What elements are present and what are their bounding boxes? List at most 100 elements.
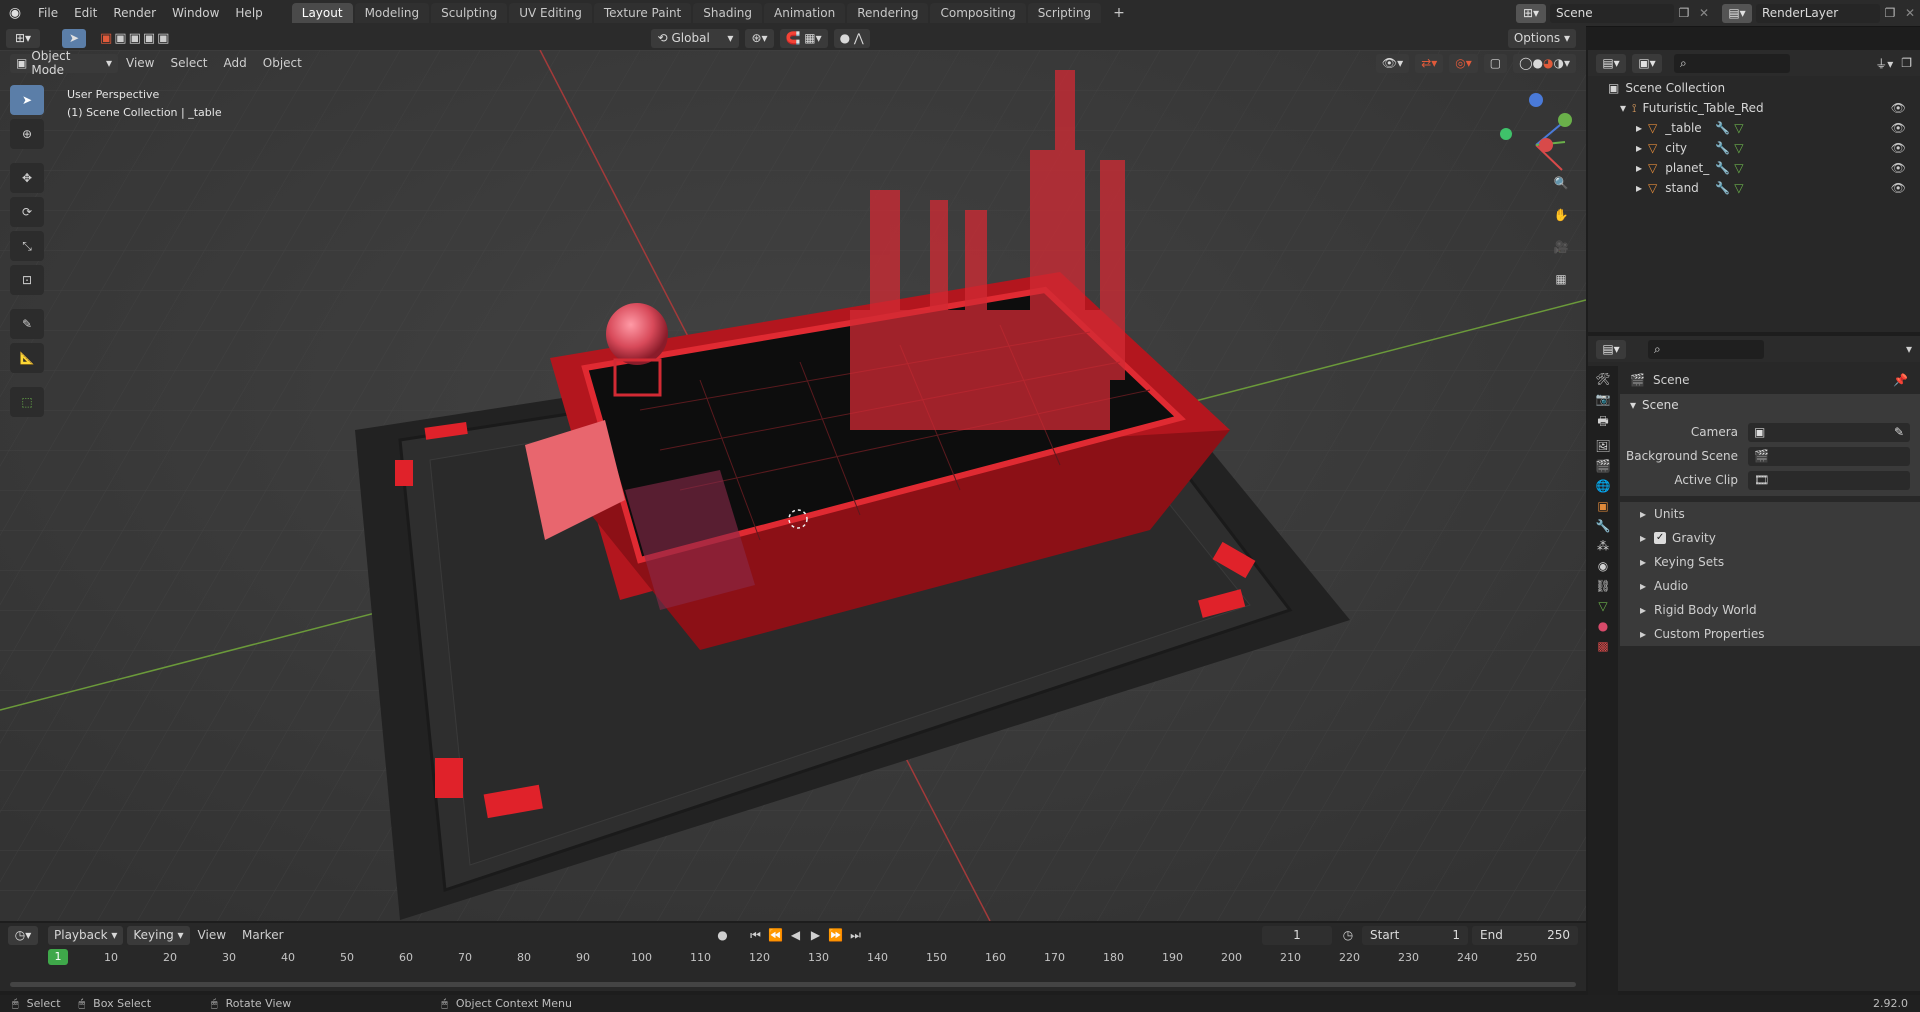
prev-keyframe-icon[interactable]: ⏪ (766, 928, 786, 942)
tab-scripting[interactable]: Scripting (1027, 3, 1102, 23)
properties-options-icon[interactable]: ▾ (1906, 342, 1912, 356)
scene-tab-icon[interactable]: 🎬 (1595, 459, 1611, 473)
measure-tool[interactable]: 📐 (10, 343, 44, 373)
playhead-marker[interactable]: 1 (48, 949, 68, 965)
properties-editor-type-icon[interactable]: ▤▾ (1596, 339, 1626, 359)
pivot-dropdown[interactable]: ⊛▾ (745, 28, 774, 48)
menu-edit[interactable]: Edit (66, 0, 105, 26)
select-tool-icon[interactable]: ➤ (62, 28, 86, 48)
rigid-body-world-panel[interactable]: ▸ Rigid Body World (1620, 598, 1920, 622)
pan-hand-icon[interactable]: ✋ (1548, 202, 1574, 228)
end-frame-field[interactable]: End 250 (1472, 925, 1578, 945)
menu-window[interactable]: Window (164, 0, 227, 26)
editor-type-icon[interactable]: ⊞▾ (6, 28, 40, 48)
new-scene-icon[interactable]: ❐ (1674, 6, 1694, 20)
scale-tool[interactable]: ⤡ (10, 231, 44, 261)
zoom-icon[interactable]: 🔍 (1548, 170, 1574, 196)
active-clip-field[interactable]: 🎞 (1748, 470, 1910, 490)
tab-sculpting[interactable]: Sculpting (431, 3, 508, 23)
outliner-search-input[interactable]: ⌕ (1674, 53, 1790, 73)
data-tab-icon[interactable]: ▽ (1598, 599, 1607, 613)
tab-texture-paint[interactable]: Texture Paint (593, 3, 692, 23)
outliner-object[interactable]: ▸ ▽ stand 🔧 ▽ 👁 (1608, 178, 1920, 198)
particles-tab-icon[interactable]: ⁂ (1597, 539, 1609, 553)
modifier-tab-icon[interactable]: 🔧 (1596, 519, 1611, 533)
audio-panel[interactable]: ▸ Audio (1620, 574, 1920, 598)
xray-toggle[interactable]: ▢ (1483, 53, 1508, 73)
outliner-object[interactable]: ▸ ▽ city 🔧 ▽ 👁 (1608, 138, 1920, 158)
record-button[interactable]: ● (712, 928, 734, 942)
preview-range-icon[interactable]: ◷ (1338, 928, 1358, 942)
render-tab-icon[interactable]: 📷 (1596, 392, 1611, 406)
play-reverse-icon[interactable]: ◀ (786, 928, 806, 942)
vp-menu-view[interactable]: View (118, 50, 162, 76)
gravity-panel[interactable]: ▸ ✓ Gravity (1620, 526, 1920, 550)
scene-field[interactable]: Scene (1550, 3, 1674, 23)
gravity-checkbox[interactable]: ✓ (1654, 532, 1667, 544)
background-scene-field[interactable]: 🎬 (1748, 446, 1910, 466)
tool-tab-icon[interactable]: 🛠 (1595, 372, 1610, 386)
eyedropper-icon[interactable]: ✎ (1894, 425, 1904, 439)
physics-tab-icon[interactable]: ◉ (1598, 559, 1608, 573)
options-dropdown[interactable]: Options ▾ (1507, 28, 1576, 48)
mode-dropdown[interactable]: ▣ Object Mode ▾ (10, 50, 118, 77)
tab-rendering[interactable]: Rendering (847, 3, 929, 23)
visibility-eye-icon[interactable]: 👁 (1891, 138, 1906, 158)
tab-shading[interactable]: Shading (693, 3, 762, 23)
transform-tool[interactable]: ⊡ (10, 265, 44, 295)
delete-renderlayer-icon[interactable]: ✕ (1900, 6, 1920, 20)
world-tab-icon[interactable]: 🌐 (1596, 479, 1611, 493)
shading-modes[interactable]: ◯● ◕ ◑▾ (1513, 53, 1576, 73)
jump-end-icon[interactable]: ⏭ (846, 928, 866, 943)
visibility-eye-icon[interactable]: 👁 (1891, 158, 1906, 178)
add-workspace-button[interactable]: + (1103, 3, 1135, 23)
keying-dropdown[interactable]: Keying ▾ (127, 925, 190, 945)
visibility-eye-icon[interactable]: 👁 (1891, 118, 1906, 138)
new-collection-icon[interactable]: ❐ (1901, 56, 1912, 70)
timeline-menu-view[interactable]: View (190, 922, 234, 948)
outliner-root[interactable]: ▣ Scene Collection (1608, 78, 1920, 98)
visibility-eye-icon[interactable]: 👁 (1891, 98, 1906, 118)
output-tab-icon[interactable]: 🖶 (1597, 412, 1608, 433)
tab-modeling[interactable]: Modeling (354, 3, 430, 23)
outliner-object[interactable]: ▸ ▽ _table 🔧 ▽ 👁 (1608, 118, 1920, 138)
pin-icon[interactable]: 📌 (1893, 373, 1908, 387)
view-layer-tab-icon[interactable]: 🖼 (1595, 439, 1610, 453)
rotate-tool[interactable]: ⟳ (10, 197, 44, 227)
camera-view-icon[interactable]: 🎥 (1548, 234, 1574, 260)
gizmo-toggle[interactable]: ⇄▾ (1415, 53, 1444, 73)
move-tool[interactable]: ✥ (10, 163, 44, 193)
menu-help[interactable]: Help (227, 0, 270, 26)
visibility-eye-icon[interactable]: 👁 (1891, 178, 1906, 198)
outliner-object[interactable]: ▸ ▽ planet_ 🔧 ▽ 👁 (1608, 158, 1920, 178)
add-cube-tool[interactable]: ⬚ (10, 387, 44, 417)
scene-selector-icon[interactable]: ⊞▾ (1516, 3, 1546, 23)
blender-logo-icon[interactable]: ◉ (0, 5, 30, 21)
outliner-editor-type-icon[interactable]: ▤▾ (1596, 53, 1626, 73)
vp-menu-add[interactable]: Add (216, 50, 255, 76)
renderlayer-field[interactable]: RenderLayer (1756, 3, 1880, 23)
orientation-dropdown[interactable]: ⟲ Global ▾ (651, 28, 740, 48)
constraints-tab-icon[interactable]: ⛓ (1595, 579, 1610, 593)
new-renderlayer-icon[interactable]: ❐ (1880, 6, 1900, 20)
annotate-tool[interactable]: ✎ (10, 309, 44, 339)
timeline-scrollbar[interactable] (10, 982, 1576, 987)
visibility-dropdown[interactable]: 👁▾ (1375, 53, 1410, 73)
menu-file[interactable]: File (30, 0, 66, 26)
playback-dropdown[interactable]: Playback ▾ (48, 925, 124, 945)
tab-animation[interactable]: Animation (764, 3, 846, 23)
3d-viewport[interactable]: ▣ Object Mode ▾ View Select Add Object 👁▾ … (0, 50, 1586, 921)
menu-render[interactable]: Render (105, 0, 164, 26)
camera-field[interactable]: ▣ ✎ (1748, 422, 1910, 442)
start-frame-field[interactable]: Start 1 (1362, 925, 1468, 945)
delete-scene-icon[interactable]: ✕ (1694, 6, 1714, 20)
display-mode-icon[interactable]: ▣▾ (1632, 53, 1662, 73)
cursor-tool[interactable]: ⊕ (10, 119, 44, 149)
tab-compositing[interactable]: Compositing (930, 3, 1026, 23)
object-tab-icon[interactable]: ▣ (1597, 499, 1608, 513)
selection-mode-icons[interactable]: ▣▣▣▣▣ (100, 31, 171, 46)
next-keyframe-icon[interactable]: ⏩ (826, 928, 846, 942)
custom-properties-panel[interactable]: ▸ Custom Properties (1620, 622, 1920, 646)
vp-menu-select[interactable]: Select (162, 50, 215, 76)
units-panel[interactable]: ▸ Units (1620, 502, 1920, 526)
